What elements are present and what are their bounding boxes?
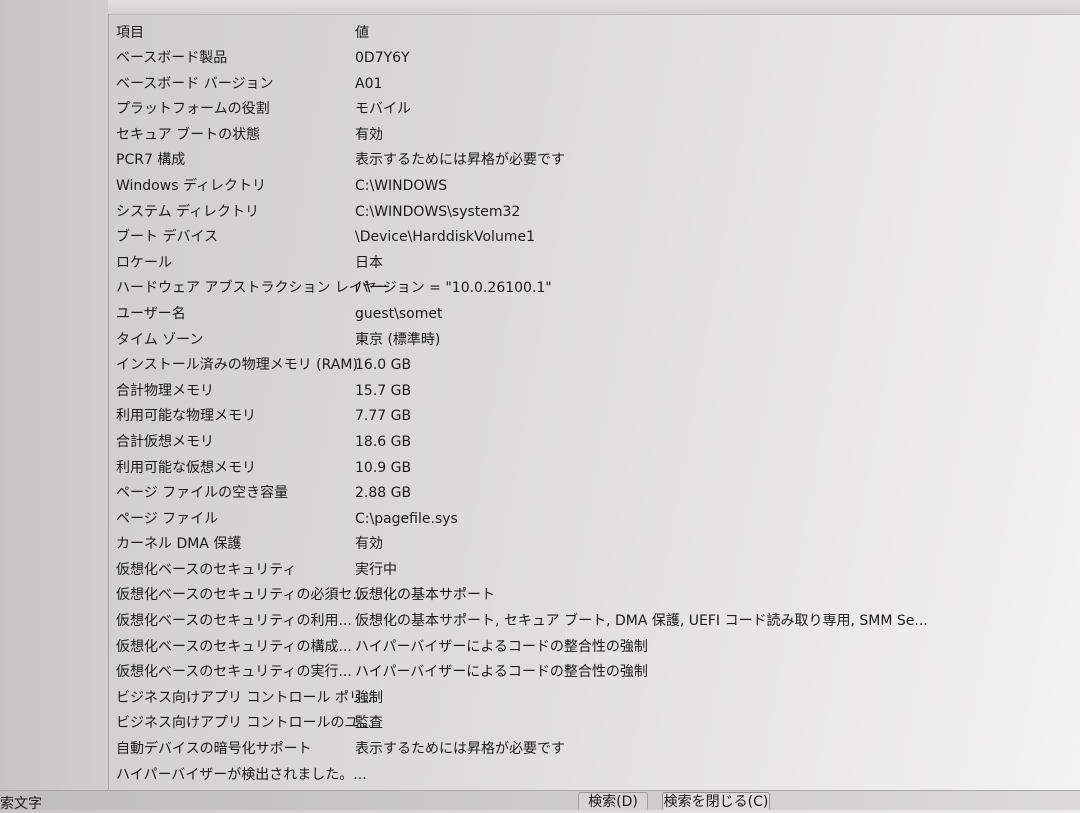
row-value: 監査 <box>355 715 383 732</box>
window-top-edge <box>0 0 1080 14</box>
find-what-label: 索文字 <box>0 796 42 812</box>
list-header: 項目 値 <box>109 15 1079 47</box>
table-row[interactable]: セキュア ブートの状態 有効 <box>109 123 1079 149</box>
table-row[interactable]: ビジネス向けアプリ コントロールのユ... 監査 <box>109 711 1079 737</box>
row-value: \Device\HarddiskVolume1 <box>355 229 535 246</box>
row-value: 日本 <box>355 254 383 271</box>
row-value: 16.0 GB <box>355 357 412 374</box>
row-value: 実行中 <box>355 561 397 578</box>
table-row[interactable]: 仮想化ベースのセキュリティの必須セ... 仮想化の基本サポート <box>109 583 1079 609</box>
table-row[interactable]: カーネル DMA 保護 有効 <box>109 532 1079 558</box>
row-item: ハイパーバイザーが検出されました。... <box>116 766 367 783</box>
table-row[interactable]: 仮想化ベースのセキュリティの構成... ハイパーバイザーによるコードの整合性の強制 <box>109 635 1079 661</box>
row-value: 仮想化の基本サポート, セキュア ブート, DMA 保護, UEFI コード読み… <box>355 613 928 630</box>
row-item: PCR7 構成 <box>116 152 186 169</box>
table-row[interactable]: 利用可能な物理メモリ 7.77 GB <box>109 404 1079 430</box>
row-value: ハイパーバイザーによるコードの整合性の強制 <box>355 664 648 681</box>
table-row[interactable]: ハードウェア アブストラクション レイヤー バージョン = "10.0.26100… <box>109 276 1079 302</box>
table-row[interactable]: 合計物理メモリ 15.7 GB <box>109 379 1079 405</box>
table-row[interactable]: プラットフォームの役割 モバイル <box>109 97 1079 123</box>
row-item: 合計物理メモリ <box>116 382 214 399</box>
row-item: 仮想化ベースのセキュリティの構成... <box>116 638 352 655</box>
row-value: 表示するためには昇格が必要です <box>355 741 565 758</box>
row-item: ビジネス向けアプリ コントロール ポリ... <box>116 689 377 706</box>
row-item: ベースボード製品 <box>116 50 228 66</box>
table-row[interactable]: 自動デバイスの暗号化サポート 表示するためには昇格が必要です <box>109 737 1079 763</box>
row-value: モバイル <box>355 101 411 118</box>
row-item: 合計仮想メモリ <box>116 433 214 450</box>
table-row[interactable]: システム ディレクトリ C:\WINDOWS\system32 <box>109 200 1079 226</box>
table-row[interactable]: ロケール 日本 <box>109 251 1079 277</box>
table-row[interactable]: ベースボード バージョン A01 <box>109 72 1079 98</box>
row-value: 表示するためには昇格が必要です <box>355 152 565 169</box>
column-header-item[interactable]: 項目 <box>116 22 144 42</box>
table-row[interactable]: ハイパーバイザーが検出されました。... <box>109 763 1079 789</box>
row-item: 仮想化ベースのセキュリティ <box>116 561 297 578</box>
row-item: ユーザー名 <box>116 305 186 322</box>
row-item: タイム ゾーン <box>116 331 204 348</box>
row-value: C:\WINDOWS\system32 <box>355 203 521 220</box>
row-value: A01 <box>355 75 383 92</box>
row-item: ビジネス向けアプリ コントロールのユ... <box>116 715 372 732</box>
row-value: 東京 (標準時) <box>355 331 441 348</box>
find-bar: 索文字 検索(D) 検索を閉じる(C) <box>0 790 1080 812</box>
row-value: 7.77 GB <box>355 408 412 425</box>
table-row[interactable]: ページ ファイルの空き容量 2.88 GB <box>109 481 1079 507</box>
table-row[interactable]: Windows ディレクトリ C:\WINDOWS <box>109 174 1079 200</box>
row-item: ページ ファイルの空き容量 <box>116 485 289 502</box>
table-row[interactable]: 合計仮想メモリ 18.6 GB <box>109 430 1079 456</box>
system-summary-list[interactable]: 項目 値 ベースボード製品 0D7Y6Y ベースボード バージョン A01 プラット… <box>108 14 1080 790</box>
row-item: 仮想化ベースのセキュリティの利用... <box>116 613 352 630</box>
row-item: インストール済みの物理メモリ (RAM) <box>116 357 358 374</box>
row-value: 仮想化の基本サポート <box>355 587 495 604</box>
row-item: 仮想化ベースのセキュリティの実行... <box>116 664 352 681</box>
row-value: 0D7Y6Y <box>355 50 410 66</box>
category-tree-pane[interactable] <box>0 0 108 790</box>
row-value: 18.6 GB <box>355 433 412 450</box>
table-row[interactable]: ビジネス向けアプリ コントロール ポリ... 強制 <box>109 686 1079 712</box>
row-item: Windows ディレクトリ <box>116 177 266 194</box>
row-item: ハードウェア アブストラクション レイヤー <box>116 280 391 297</box>
table-row[interactable]: ユーザー名 guest\somet <box>109 302 1079 328</box>
row-item: 仮想化ベースのセキュリティの必須セ... <box>116 587 366 604</box>
table-row[interactable]: インストール済みの物理メモリ (RAM) 16.0 GB <box>109 353 1079 379</box>
row-value: バージョン = "10.0.26100.1" <box>355 280 552 297</box>
row-item: プラットフォームの役割 <box>116 101 270 118</box>
table-row[interactable]: ページ ファイル C:\pagefile.sys <box>109 507 1079 533</box>
column-header-value[interactable]: 値 <box>355 22 369 42</box>
table-row[interactable]: 利用可能な仮想メモリ 10.9 GB <box>109 456 1079 482</box>
row-value: C:\WINDOWS <box>355 177 448 194</box>
row-item: システム ディレクトリ <box>116 203 260 220</box>
row-value: 強制 <box>355 689 383 706</box>
row-value: 有効 <box>355 536 383 553</box>
row-item: ブート デバイス <box>116 229 219 246</box>
table-row[interactable]: 仮想化ベースのセキュリティの利用... 仮想化の基本サポート, セキュア ブート,… <box>109 609 1079 635</box>
row-item: 利用可能な物理メモリ <box>116 408 256 425</box>
row-item: ベースボード バージョン <box>116 75 274 92</box>
row-value: 10.9 GB <box>355 459 412 476</box>
row-item: 自動デバイスの暗号化サポート <box>116 741 312 758</box>
row-item: 利用可能な仮想メモリ <box>116 459 256 476</box>
table-row[interactable]: ベースボード製品 0D7Y6Y <box>109 46 1079 72</box>
row-value: 2.88 GB <box>355 485 412 502</box>
row-item: セキュア ブートの状態 <box>116 126 261 143</box>
row-item: ロケール <box>116 254 172 271</box>
table-row[interactable]: タイム ゾーン 東京 (標準時) <box>109 328 1079 354</box>
row-value: ハイパーバイザーによるコードの整合性の強制 <box>355 638 648 655</box>
table-row[interactable]: ブート デバイス \Device\HarddiskVolume1 <box>109 225 1079 251</box>
table-row[interactable]: 仮想化ベースのセキュリティ 実行中 <box>109 558 1079 584</box>
list-rows: ベースボード製品 0D7Y6Y ベースボード バージョン A01 プラットフォームの… <box>109 46 1079 788</box>
row-value: C:\pagefile.sys <box>355 510 458 527</box>
row-value: guest\somet <box>355 305 443 322</box>
table-row[interactable]: PCR7 構成 表示するためには昇格が必要です <box>109 148 1079 174</box>
close-search-button[interactable]: 検索を閉じる(C) <box>662 792 770 810</box>
row-item: カーネル DMA 保護 <box>116 536 242 553</box>
row-item: ページ ファイル <box>116 510 219 527</box>
table-row[interactable]: 仮想化ベースのセキュリティの実行... ハイパーバイザーによるコードの整合性の強制 <box>109 660 1079 686</box>
search-button[interactable]: 検索(D) <box>578 792 648 810</box>
row-value: 有効 <box>355 126 383 143</box>
row-value: 15.7 GB <box>355 382 412 399</box>
